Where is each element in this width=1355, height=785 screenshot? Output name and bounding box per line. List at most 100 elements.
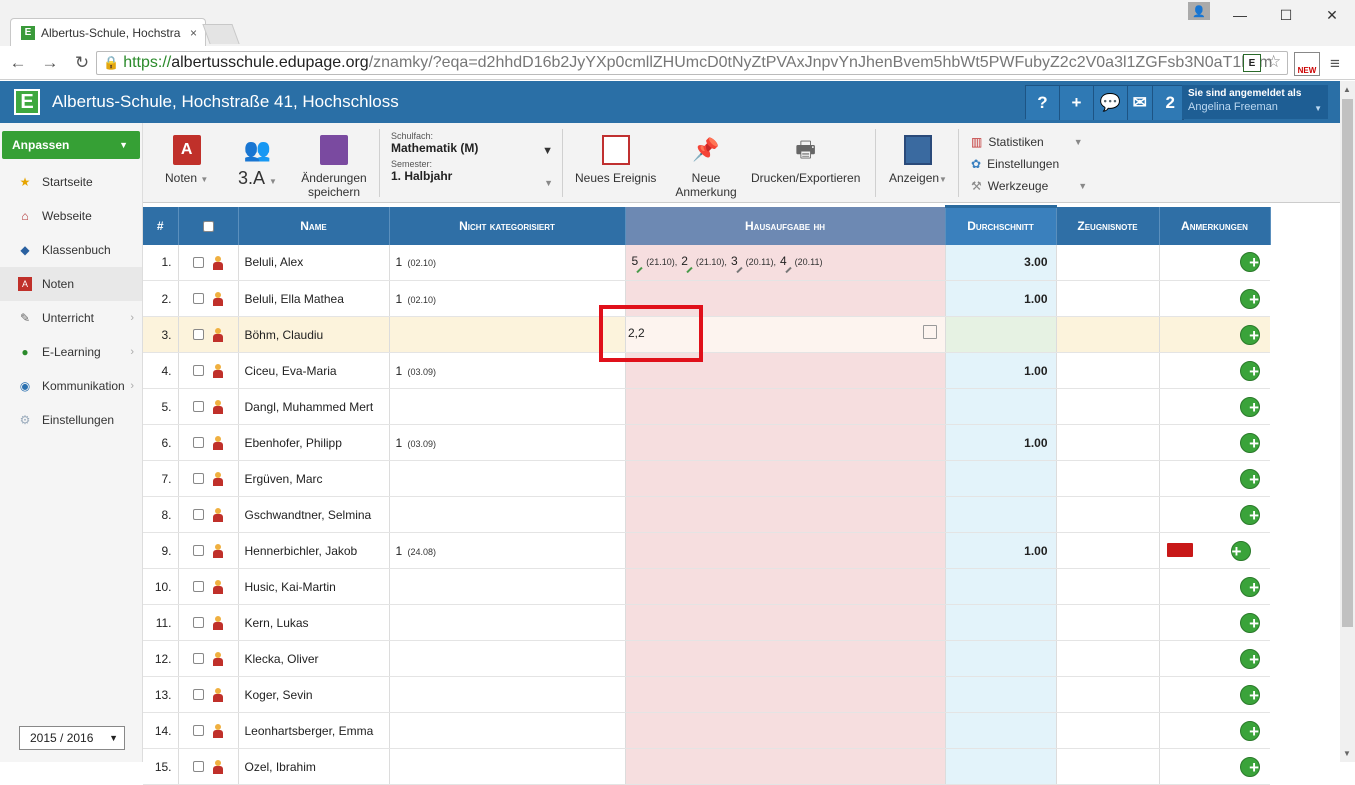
uncategorized-cell[interactable] [389,388,626,425]
profile-icon[interactable]: 👤 [1188,2,1210,20]
homework-cell[interactable] [625,604,946,641]
report-grade-cell[interactable] [1056,712,1160,749]
row-select[interactable] [178,460,239,497]
homework-cell[interactable] [625,424,946,461]
table-row[interactable]: 10. Husic, Kai-Martin + [143,568,1270,605]
row-select[interactable] [178,244,239,281]
row-select[interactable] [178,388,239,425]
subject-semester-selector[interactable]: Schulfach: Mathematik (M) ▼ Semester: 1.… [391,131,553,188]
student-icon[interactable] [212,435,224,450]
envelope-icon[interactable] [1166,542,1193,557]
student-name[interactable]: Dangl, Muhammed Mert [238,388,390,425]
semester-select[interactable]: 1. Halbjahr [391,169,553,183]
minimize-icon[interactable]: — [1217,0,1263,30]
student-name[interactable]: Husic, Kai-Martin [238,568,390,605]
row-select[interactable] [178,604,239,641]
header-notes[interactable]: Anmerkungen [1159,206,1271,245]
add-note-button[interactable]: + [1240,324,1260,345]
row-checkbox[interactable] [192,365,204,377]
uncategorized-cell[interactable] [389,316,626,353]
homework-cell[interactable] [625,388,946,425]
table-row[interactable]: 6. Ebenhofer, Philipp 1 (03.09) 1.00 + [143,424,1270,461]
statistics-menu[interactable]: ▥ Statistiken ▼ [971,131,1087,153]
report-grade-cell[interactable] [1056,532,1160,569]
uncategorized-cell[interactable]: 1 (03.09) [389,352,626,389]
add-note-button[interactable]: + [1240,684,1260,705]
uncat-grade[interactable]: 1 [396,544,403,558]
uncat-grade[interactable]: 1 [396,292,403,306]
header-name[interactable]: Name [238,206,390,245]
uncategorized-cell[interactable]: 1 (02.10) [389,244,626,281]
header-select-all[interactable] [178,206,239,245]
homework-cell[interactable] [625,568,946,605]
school-year-select[interactable]: 2015 / 2016 ▼ [19,726,125,750]
new-note-button[interactable]: 📌 Neue Anmerkung [673,135,739,200]
row-checkbox[interactable] [192,509,204,521]
student-icon[interactable] [212,255,224,270]
report-grade-cell[interactable] [1056,388,1160,425]
uncategorized-cell[interactable] [389,604,626,641]
sidebar-item-klassenbuch[interactable]: ◆ Klassenbuch [0,233,142,267]
uncategorized-cell[interactable] [389,640,626,677]
add-note-button[interactable]: + [1240,252,1260,273]
report-grade-cell[interactable] [1056,496,1160,533]
extension-e-icon[interactable]: E [1243,54,1261,72]
student-icon[interactable] [212,687,224,702]
student-name[interactable]: Ebenhofer, Philipp [238,424,390,461]
sidebar-item-startseite[interactable]: ★ Startseite [0,165,142,199]
browser-tab[interactable]: E Albertus-Schule, Hochstra × [10,18,206,46]
table-row[interactable]: 1. Beluli, Alex 1 (02.10) 5 (21.10), 2 (21.… [143,244,1270,281]
report-grade-cell[interactable] [1056,568,1160,605]
sidebar-item-kommunikation[interactable]: ◉ Kommunikation › [0,369,142,403]
address-bar[interactable]: 🔒 https://albertusschule.edupage.org/zna… [96,51,1288,75]
browser-menu-icon[interactable]: ≡ [1330,54,1340,74]
add-note-button[interactable]: + [1240,576,1260,597]
homework-cell[interactable] [625,280,946,317]
student-icon[interactable] [212,471,224,486]
header-homework[interactable]: Hausaufgabe hh [625,206,946,245]
student-icon[interactable] [212,291,224,306]
row-select[interactable] [178,712,239,749]
view-menu-button[interactable]: Anzeigen▼ [889,135,947,187]
row-checkbox[interactable] [192,581,204,593]
student-icon[interactable] [212,399,224,414]
student-name[interactable]: Koger, Sevin [238,676,390,713]
row-checkbox[interactable] [192,401,204,413]
table-row[interactable]: 4. Ciceu, Eva-Maria 1 (03.09) 1.00 + [143,352,1270,389]
sidebar-item-einstellungen[interactable]: ⚙ Einstellungen [0,403,142,437]
add-note-button[interactable]: + [1240,720,1260,741]
extension-new-icon[interactable]: NEW [1294,52,1320,76]
login-menu[interactable]: Sie sind angemeldet als Angelina Freeman… [1182,85,1328,119]
tab-close-icon[interactable]: × [190,26,197,40]
student-name[interactable]: Kern, Lukas [238,604,390,641]
uncategorized-cell[interactable] [389,748,626,785]
row-select[interactable] [178,496,239,533]
table-row[interactable]: 12. Klecka, Oliver + [143,640,1270,677]
edupage-logo[interactable]: E [14,89,40,115]
row-select[interactable] [178,532,239,569]
sidebar-item-elearning[interactable]: ● E-Learning › [0,335,142,369]
hw-grade[interactable]: 2 [681,254,688,268]
uncategorized-cell[interactable] [389,460,626,497]
select-all-checkbox[interactable] [202,220,214,232]
customize-button[interactable]: Anpassen ▼ [2,131,140,159]
messages-button[interactable]: ✉ 2 [1128,86,1184,120]
uncategorized-cell[interactable] [389,712,626,749]
add-note-button[interactable]: + [1240,432,1260,453]
student-icon[interactable] [212,615,224,630]
student-name[interactable]: Böhm, Claudiu [238,316,390,353]
report-grade-cell[interactable] [1056,604,1160,641]
grades-menu-button[interactable]: A Noten ▼ [165,135,208,187]
uncat-grade[interactable]: 1 [396,255,403,269]
student-name[interactable]: Gschwandtner, Selmina [238,496,390,533]
add-note-button[interactable]: + [1240,504,1260,525]
homework-cell[interactable] [625,316,946,353]
homework-cell[interactable] [625,460,946,497]
row-select[interactable] [178,640,239,677]
close-window-icon[interactable]: ✕ [1309,0,1355,30]
table-row[interactable]: 3. Böhm, Claudiu + [143,316,1270,353]
student-name[interactable]: Beluli, Alex [238,244,390,281]
settings-menu[interactable]: ✿ Einstellungen [971,153,1087,175]
student-icon[interactable] [212,759,224,774]
reload-icon[interactable]: ↻ [68,49,96,77]
